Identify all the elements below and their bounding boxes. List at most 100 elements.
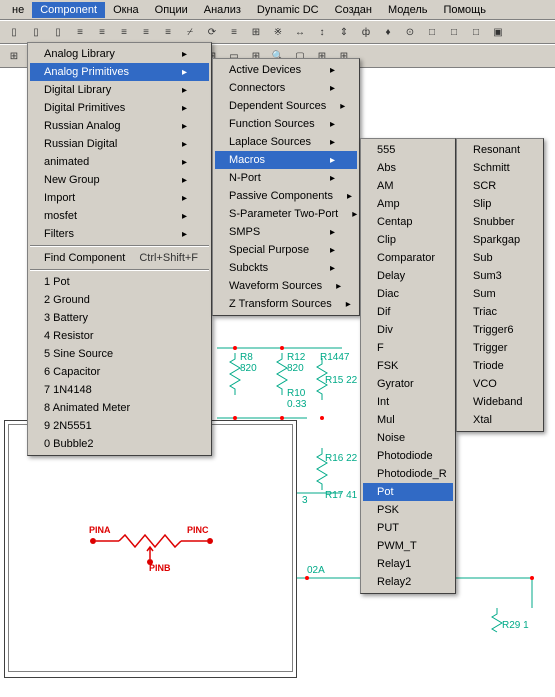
menu-item[interactable]: Laplace Sources▸ <box>215 133 357 151</box>
menu-item[interactable]: Comparator <box>363 249 453 267</box>
menu-item[interactable]: Triac <box>459 303 541 321</box>
toolbar-button[interactable]: ▯ <box>26 22 46 42</box>
menu-item[interactable]: PWM_T <box>363 537 453 555</box>
menu-item[interactable]: Sum3 <box>459 267 541 285</box>
menu-item[interactable]: Triode <box>459 357 541 375</box>
toolbar-button[interactable]: ф <box>356 22 376 42</box>
menu-item[interactable]: Resonant <box>459 141 541 159</box>
menu-item[interactable]: Russian Digital▸ <box>30 135 209 153</box>
menu-item[interactable]: AM <box>363 177 453 195</box>
toolbar-button[interactable]: ⊞ <box>4 46 24 66</box>
menu-item[interactable]: Relay2 <box>363 573 453 591</box>
toolbar-button[interactable]: ▯ <box>48 22 68 42</box>
menu-item[interactable]: Relay1 <box>363 555 453 573</box>
menu-item[interactable]: Sum <box>459 285 541 303</box>
menu-item[interactable]: VCO <box>459 375 541 393</box>
menu-item[interactable]: Z Transform Sources▸ <box>215 295 357 313</box>
menu-item[interactable]: Noise <box>363 429 453 447</box>
toolbar-button[interactable]: ⌿ <box>180 22 200 42</box>
menu-recent-item[interactable]: 2 Ground <box>30 291 209 309</box>
menu-item[interactable]: SCR <box>459 177 541 195</box>
menu-item[interactable]: Diac <box>363 285 453 303</box>
menu-item[interactable]: Active Devices▸ <box>215 61 357 79</box>
menu-item[interactable]: Special Purpose▸ <box>215 241 357 259</box>
menu-item[interactable]: N-Port▸ <box>215 169 357 187</box>
menu-item[interactable]: New Group▸ <box>30 171 209 189</box>
menu-item[interactable]: 555 <box>363 141 453 159</box>
toolbar-button[interactable]: ≡ <box>70 22 90 42</box>
menu-recent-item[interactable]: 5 Sine Source <box>30 345 209 363</box>
menu-item[interactable]: Pot <box>363 483 453 501</box>
menubar-item[interactable]: Опции <box>147 2 196 18</box>
menubar-item[interactable]: Окна <box>105 2 147 18</box>
toolbar-button[interactable]: ▯ <box>4 22 24 42</box>
menu-item[interactable]: Filters▸ <box>30 225 209 243</box>
menu-item[interactable]: FSK <box>363 357 453 375</box>
menu-item[interactable]: Photodiode_R <box>363 465 453 483</box>
toolbar-button[interactable]: □ <box>422 22 442 42</box>
toolbar-button[interactable]: ↕ <box>312 22 332 42</box>
menu-item[interactable]: Int <box>363 393 453 411</box>
menu-item[interactable]: mosfet▸ <box>30 207 209 225</box>
menubar-item[interactable]: Анализ <box>196 2 249 18</box>
toolbar-button[interactable]: ⊞ <box>246 22 266 42</box>
menu-item[interactable]: Photodiode <box>363 447 453 465</box>
menu-item[interactable]: Sub <box>459 249 541 267</box>
menu-item[interactable]: Trigger <box>459 339 541 357</box>
menu-item[interactable]: Digital Primitives▸ <box>30 99 209 117</box>
menu-item[interactable]: Russian Analog▸ <box>30 117 209 135</box>
menu-item[interactable]: Dependent Sources▸ <box>215 97 357 115</box>
menubar-item[interactable]: Помощь <box>435 2 494 18</box>
menu-item[interactable]: Connectors▸ <box>215 79 357 97</box>
menu-item[interactable]: Centap <box>363 213 453 231</box>
menu-recent-item[interactable]: 7 1N4148 <box>30 381 209 399</box>
menu-item[interactable]: Schmitt <box>459 159 541 177</box>
toolbar-button[interactable]: ▣ <box>488 22 508 42</box>
toolbar-button[interactable]: ≡ <box>224 22 244 42</box>
menu-item[interactable]: Dif <box>363 303 453 321</box>
toolbar-button[interactable]: ⇕ <box>334 22 354 42</box>
menu-item[interactable]: S-Parameter Two-Port▸ <box>215 205 357 223</box>
menu-recent-item[interactable]: 1 Pot <box>30 273 209 291</box>
menubar-item[interactable]: Создан <box>327 2 380 18</box>
menubar-item[interactable]: Модель <box>380 2 435 18</box>
menu-item[interactable]: Mul <box>363 411 453 429</box>
toolbar-button[interactable]: ♦ <box>378 22 398 42</box>
toolbar-button[interactable]: ≡ <box>158 22 178 42</box>
menu-item[interactable]: Digital Library▸ <box>30 81 209 99</box>
menu-recent-item[interactable]: 0 Bubble2 <box>30 435 209 453</box>
toolbar-button[interactable]: ≡ <box>92 22 112 42</box>
menu-item[interactable]: PUT <box>363 519 453 537</box>
menu-recent-item[interactable]: 4 Resistor <box>30 327 209 345</box>
toolbar-button[interactable]: ≡ <box>114 22 134 42</box>
menu-item[interactable]: Wideband <box>459 393 541 411</box>
menu-item[interactable]: Xtal <box>459 411 541 429</box>
toolbar-button[interactable]: □ <box>466 22 486 42</box>
toolbar-button[interactable]: ※ <box>268 22 288 42</box>
menu-item[interactable]: SMPS▸ <box>215 223 357 241</box>
menu-item[interactable]: Delay <box>363 267 453 285</box>
toolbar-button[interactable]: ⊙ <box>400 22 420 42</box>
menu-item[interactable]: PSK <box>363 501 453 519</box>
menu-item[interactable]: Gyrator <box>363 375 453 393</box>
menu-item[interactable]: Amp <box>363 195 453 213</box>
menu-recent-item[interactable]: 9 2N5551 <box>30 417 209 435</box>
menu-item[interactable]: Passive Components▸ <box>215 187 357 205</box>
menu-item[interactable]: Div <box>363 321 453 339</box>
menu-item[interactable]: Subckts▸ <box>215 259 357 277</box>
menu-item[interactable]: Clip <box>363 231 453 249</box>
menu-item[interactable]: Waveform Sources▸ <box>215 277 357 295</box>
toolbar-button[interactable]: □ <box>444 22 464 42</box>
toolbar-button[interactable]: ≡ <box>136 22 156 42</box>
menu-item[interactable]: Macros▸ <box>215 151 357 169</box>
menu-item[interactable]: Analog Primitives▸ <box>30 63 209 81</box>
menu-item[interactable]: Analog Library▸ <box>30 45 209 63</box>
menubar-item[interactable]: Component <box>32 2 105 18</box>
menu-item[interactable]: Sparkgap <box>459 231 541 249</box>
toolbar-button[interactable]: ⟳ <box>202 22 222 42</box>
menu-item[interactable]: Snubber <box>459 213 541 231</box>
toolbar-button[interactable]: ↔ <box>290 22 310 42</box>
menu-recent-item[interactable]: 3 Battery <box>30 309 209 327</box>
menubar-item[interactable]: не <box>4 2 32 18</box>
menu-item[interactable]: animated▸ <box>30 153 209 171</box>
